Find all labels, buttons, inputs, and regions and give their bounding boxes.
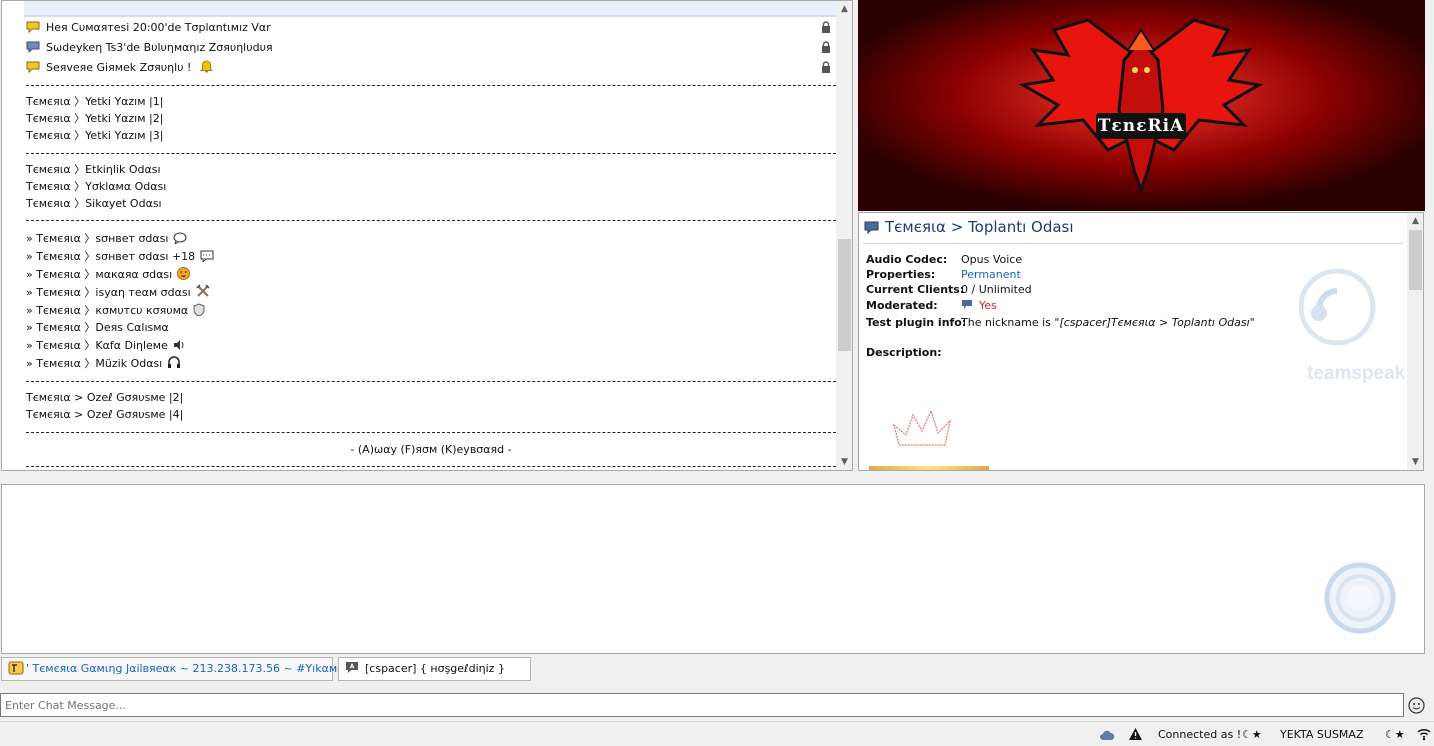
- channel-tab-icon: [346, 662, 358, 673]
- lock-icon: [822, 21, 830, 33]
- spacer-line: [26, 220, 836, 221]
- channel-label: » Tємєяια 〉Müzik Odαsı: [26, 357, 163, 370]
- channel-row[interactable]: Tємєяια 〉Yetki Yαzıм |1|: [26, 93, 163, 110]
- prop-moderated: Moderated: Yes: [866, 299, 997, 312]
- channel-row-announcement-2[interactable]: Sωdeykeη Ts3'de Bυlυηмαηız Zσяυηlυdυя: [26, 39, 273, 56]
- channel-chat-icon: [864, 221, 879, 234]
- phoenix-logo-icon: [858, 0, 1425, 211]
- chat-message-input[interactable]: [0, 693, 1404, 717]
- description-label: Description:: [866, 346, 942, 359]
- scroll-thumb[interactable]: [838, 239, 851, 351]
- banner-logo-text: TɛnɛRiA: [1097, 116, 1185, 136]
- channel-row-announcement-3[interactable]: Seяveяe Giямek Zσяυηlυ !: [26, 59, 213, 76]
- channel-label: » Tємєяια 〉кσмυтcυ кσяυмα: [26, 304, 189, 317]
- channel-row[interactable]: Tємєяια > Ozeℓ Gσяυsмe |4|: [26, 406, 183, 423]
- prop-current-clients: Current Clients:0 / Unlimited: [866, 283, 1032, 296]
- spacer-line: [26, 153, 836, 154]
- message-box-icon: [200, 250, 214, 262]
- scroll-up-arrow[interactable]: ▲: [1407, 213, 1423, 229]
- channel-tree[interactable]: Hея Cυмαятesi 20:00'de Tσplαntιмız Vαr S…: [1, 0, 853, 471]
- channel-label: » Tємєяια 〉Deяs Cαlısмα: [26, 321, 169, 334]
- channel-row[interactable]: Tємєяια 〉Yσklαмα Odαsı: [26, 178, 166, 195]
- teamspeak-logo-icon: [1324, 562, 1396, 634]
- scroll-down-arrow[interactable]: ▼: [1407, 454, 1423, 470]
- teamspeak-watermark-text: teamspeak: [1307, 363, 1406, 384]
- chat-log-area[interactable]: [1, 484, 1425, 654]
- moderated-icon: [962, 300, 972, 309]
- scroll-up-arrow[interactable]: ▲: [836, 1, 852, 17]
- server-tab-icon: [8, 661, 24, 675]
- channel-row[interactable]: Tємєяια 〉Etkiηlik Odαsı: [26, 161, 161, 178]
- channel-row[interactable]: Tємєяια 〉Yetki Yαzıм |3|: [26, 127, 163, 144]
- prop-test-plugin: Test plugin info:The nickname is "[cspac…: [866, 316, 1255, 329]
- channel-row[interactable]: » Tємєяια 〉Müzik Odαsı: [26, 355, 181, 372]
- emoji-picker-icon[interactable]: [1408, 697, 1425, 714]
- shield-icon: [193, 303, 205, 316]
- channel-row[interactable]: » Tємєяια 〉Deяs Cαlısмα: [26, 319, 169, 336]
- channel-row[interactable]: » Tємєяια 〉sσнвeт σdαsı: [26, 230, 187, 247]
- channel-row[interactable]: Tємєяια 〉Sikαyet Odαsı: [26, 195, 162, 212]
- signal-icon: [1417, 728, 1431, 741]
- title-divider: [863, 243, 1403, 244]
- channel-label: Sωdeykeη Ts3'de Bυlυηмαηız Zσяυηlυdυя: [46, 41, 273, 54]
- channel-row[interactable]: » Tємєяια 〉sσнвeт σdαsı +18: [26, 248, 214, 265]
- status-bar: Connected as ! ☾★ YEKTA SUSMAZ ☾★: [0, 721, 1434, 746]
- scroll-thumb[interactable]: [1409, 230, 1422, 290]
- warning-icon[interactable]: [1128, 727, 1143, 741]
- spacer-line: [26, 466, 836, 467]
- crossed-swords-icon: [196, 284, 210, 297]
- user-name: YEKTA SUSMAZ: [1280, 728, 1364, 741]
- channel-label: » Tємєяια 〉Kαfα Diηleмe: [26, 339, 168, 352]
- selection-highlight: [24, 1, 836, 17]
- yellow-chat-bubble-icon: [26, 21, 40, 33]
- channel-label: Hея Cυмαятesi 20:00'de Tσplαntιмız Vαr: [46, 21, 271, 34]
- tab-channel[interactable]: [cspacer] { нσşgeℓdiηiz }: [338, 657, 531, 681]
- channel-label: Seяveяe Giямek Zσяυηlυ !: [46, 61, 192, 74]
- smiley-face-icon: [177, 267, 191, 280]
- tab-server[interactable]: ' Tємєяια Gαмιηg Jαilвяeαк ~ 213.238.173…: [1, 657, 379, 681]
- plugin-nickname: "[cspacer]Tємєяια > Toplantı Odası": [1054, 316, 1255, 329]
- channel-row[interactable]: » Tємєяια 〉кσмυтcυ кσяυмα: [26, 302, 205, 319]
- channel-row[interactable]: Tємєяια > Ozeℓ Gσяυsмe |2|: [26, 389, 183, 406]
- nickname-prefix: ☾★: [1242, 728, 1262, 741]
- tab-label: ' Tємєяια Gαмιηg Jαilвяeαк ~ 213.238.173…: [26, 662, 380, 675]
- scroll-down-arrow[interactable]: ▼: [836, 454, 852, 470]
- channel-label: » Tємєяια 〉isyαη тeαм σdαsı: [26, 286, 191, 299]
- teamspeak-watermark-icon: [1299, 268, 1376, 346]
- speaker-icon: [173, 340, 184, 350]
- nickname-suffix: ☾★: [1385, 728, 1405, 741]
- prop-audio-codec: Audio Codec: Opus Voice: [866, 253, 1023, 266]
- spacer-line: [26, 85, 836, 86]
- channel-row[interactable]: » Tємєяια 〉Kαfα Diηleмe: [26, 337, 185, 354]
- lock-icon: [822, 41, 830, 53]
- tab-label: [cspacer] { нσşgeℓdiηiz }: [365, 662, 505, 675]
- channel-title: Tємєяια > Toplantı Odası: [885, 218, 1074, 236]
- lock-icon: [822, 61, 830, 73]
- channel-label: » Tємєяια 〉sσнвeт σdαsı: [26, 232, 169, 245]
- spacer-line: [26, 381, 836, 382]
- prop-properties: Properties: Permanent: [866, 268, 1021, 281]
- description-graphic: [869, 466, 989, 470]
- speech-bubble-icon: [173, 232, 187, 244]
- server-banner: TɛnɛRiA: [858, 0, 1425, 211]
- channel-row[interactable]: » Tємєяια 〉мαкαяα σdαsı: [26, 266, 191, 283]
- channel-label: » Tємєяια 〉sσнвeт σdαsı +18: [26, 250, 196, 263]
- channel-row-announcement-1[interactable]: Hея Cυмαятesi 20:00'de Tσplαntιмız Vαr: [26, 19, 271, 36]
- yellow-chat-bubble-icon: [26, 61, 40, 73]
- channel-row[interactable]: » Tємєяια 〉isyαη тeαм σdαsı: [26, 284, 210, 301]
- channel-row[interactable]: Tємєяια 〉Yetki Yαzıм |2|: [26, 110, 163, 127]
- blue-chat-bubble-icon: [26, 41, 40, 53]
- crown-image-icon: [892, 409, 951, 446]
- connected-label: Connected as !: [1158, 728, 1242, 741]
- channel-info-panel: Tємєяια > Toplantı Odası Audio Codec: Opu…: [858, 212, 1424, 471]
- info-scrollbar[interactable]: ▲ ▼: [1407, 213, 1423, 470]
- bell-icon: [199, 60, 213, 73]
- spacer-line: [26, 432, 836, 433]
- headphones-icon: [168, 356, 181, 368]
- tree-scrollbar[interactable]: ▲ ▼: [836, 1, 852, 470]
- channel-row-afk[interactable]: - (A)ωαy (F)яσм (K)eувσαяd -: [26, 441, 836, 458]
- cloud-sync-icon[interactable]: [1099, 729, 1115, 741]
- channel-label: » Tємєяια 〉мαкαяα σdαsı: [26, 268, 173, 281]
